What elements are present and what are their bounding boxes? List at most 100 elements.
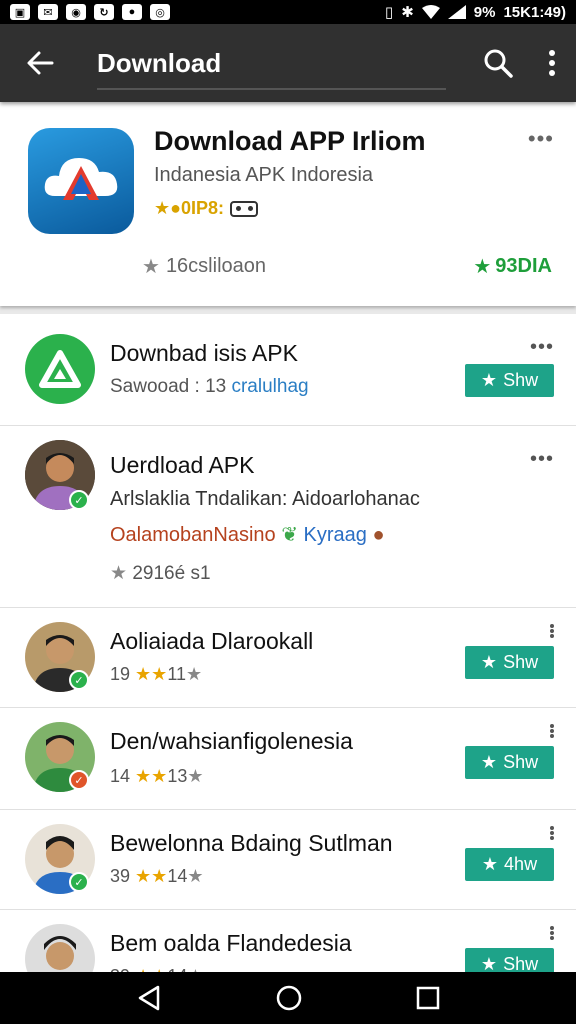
leaf-icon: ❦ xyxy=(281,524,298,546)
star-icon: ★ xyxy=(480,954,498,972)
app-icon: ◉ xyxy=(66,4,86,20)
nav-home-icon[interactable] xyxy=(275,984,303,1012)
featured-overflow-button[interactable]: ••• xyxy=(528,126,554,152)
star-icon: ★ xyxy=(481,854,499,874)
camera-icon: ◎ xyxy=(150,4,170,20)
show-button-label: 4hw xyxy=(504,854,538,874)
bluetooth-icon: ✱ xyxy=(401,4,414,21)
gallery-icon: ▣ xyxy=(10,4,30,20)
item-overflow-button[interactable] xyxy=(550,624,554,638)
gamepad-icon xyxy=(230,200,259,217)
item-title: Uerdload APK xyxy=(110,452,255,478)
search-field[interactable]: Download xyxy=(80,24,468,102)
item-title: Bewelonna Bdaing Sutlman xyxy=(110,830,393,856)
item-overflow-button[interactable] xyxy=(550,724,554,738)
item-rating: 39 ★★14★ xyxy=(110,866,204,887)
back-arrow-icon xyxy=(27,51,54,75)
vibrate-icon: ▯ xyxy=(384,4,394,21)
search-button[interactable] xyxy=(468,24,528,102)
item-tags: OalamobanNasino ❦ Kyraag ● xyxy=(110,522,385,547)
star-icon: ★ xyxy=(186,664,203,684)
star-icon: ★ xyxy=(480,752,498,772)
item-rating: 19 ★★11★ xyxy=(110,664,202,685)
list-item[interactable]: ✓ Bewelonna Bdaing Sutlman 39 ★★14★ ★ 4h… xyxy=(0,810,576,910)
item-count: 19 xyxy=(110,664,131,684)
star-icon: ★★ xyxy=(135,664,168,684)
item-title: Downbad isis APK xyxy=(110,340,298,366)
item-rating-value: 14 xyxy=(167,866,188,886)
battery-level: 9% xyxy=(473,3,496,21)
item-title: Aoliaiada Dlarookall xyxy=(110,628,314,654)
list-item[interactable]: ✓ Den/wahsianfigolenesia 14 ★★13★ ★ Shw xyxy=(0,708,576,810)
show-button[interactable]: ★ Shw xyxy=(465,646,554,679)
sync-icon: ↻ xyxy=(94,4,114,20)
item-tag: OalamobanNasino xyxy=(110,524,276,546)
show-button[interactable]: ★ Shw xyxy=(465,746,554,779)
verified-icon: ✓ xyxy=(69,490,89,510)
page-title: Download xyxy=(97,47,222,78)
star-icon: ★ xyxy=(480,652,498,672)
item-title: Bem oalda Flandedesia xyxy=(110,930,352,956)
back-button[interactable] xyxy=(0,24,80,102)
overflow-menu-button[interactable] xyxy=(528,24,576,102)
item-overflow-button[interactable] xyxy=(550,926,554,940)
star-icon: ★★ xyxy=(135,866,168,886)
wifi-icon xyxy=(421,5,440,19)
status-bar: ▣ ✉ ◉ ↻ ● ◎ ▯ ✱ 9% 15K1:49) xyxy=(0,0,576,24)
item-overflow-button[interactable]: ••• xyxy=(530,448,554,471)
star-icon: ★ xyxy=(142,256,160,278)
item-description: Arlslaklia Tndalikan: Aidoarlohanac xyxy=(110,488,420,510)
list-item[interactable]: ✓ Aoliaiada Dlarookall 19 ★★11★ ★ Shw xyxy=(0,608,576,708)
list-item[interactable]: Downbad isis APK Sawooad : 13 cralulhag … xyxy=(0,314,576,426)
featured-app-card[interactable]: Download APP Irliom Indanesia APK Indore… xyxy=(0,102,576,306)
item-rating: 14 ★★13★ xyxy=(110,766,204,787)
app-bar: Download xyxy=(0,24,576,102)
item-rating-value: 2916é s1 xyxy=(132,563,211,584)
item-sub-link[interactable]: cralulhag xyxy=(231,376,308,397)
show-button[interactable]: ★ Shw xyxy=(465,948,554,972)
item-title: Den/wahsianfigolenesia xyxy=(110,728,353,754)
nav-back-icon[interactable] xyxy=(136,984,162,1012)
avatar xyxy=(25,924,95,972)
app-icon xyxy=(25,334,95,404)
system-nav-bar xyxy=(0,972,576,1024)
star-icon: ★★ xyxy=(135,766,168,786)
featured-meta-text: ★●0IP8: xyxy=(154,198,225,218)
item-count: 39 xyxy=(110,866,131,886)
featured-score-value: 93DIA xyxy=(495,255,552,277)
star-icon: ★ xyxy=(187,866,204,886)
list-item[interactable]: ✓ Uerdload APK Arlslaklia Tndalikan: Aid… xyxy=(0,426,576,608)
system-status: ▯ ✱ 9% 15K1:49) xyxy=(384,3,566,22)
clock: 15K1:49) xyxy=(503,3,566,21)
item-tag: Kyraag xyxy=(303,524,367,546)
notification-icons: ▣ ✉ ◉ ↻ ● ◎ xyxy=(10,4,170,20)
search-icon xyxy=(484,49,513,78)
show-button-label: Shw xyxy=(503,370,539,390)
featured-score: ★ 93DIA xyxy=(473,254,552,279)
item-rating-value: 11 xyxy=(167,664,187,684)
title-underline xyxy=(97,88,446,90)
star-icon: ★ xyxy=(480,370,498,390)
featured-rating: ★ 16csliloaon xyxy=(142,254,266,279)
star-icon: ★ xyxy=(110,563,128,584)
show-button[interactable]: ★ Shw xyxy=(465,364,554,397)
item-overflow-button[interactable] xyxy=(550,826,554,840)
show-button[interactable]: ★ 4hw xyxy=(465,848,554,881)
item-overflow-button[interactable]: ••• xyxy=(530,336,554,359)
more-vert-icon xyxy=(549,50,555,76)
signal-icon xyxy=(447,5,466,19)
show-button-label: Shw xyxy=(503,752,539,772)
item-subtitle: Sawooad : 13 cralulhag xyxy=(110,376,309,398)
show-button-label: Shw xyxy=(503,954,539,972)
verified-icon: ✓ xyxy=(69,770,89,790)
verified-icon: ✓ xyxy=(69,670,89,690)
chat-icon: ● xyxy=(122,4,142,20)
star-icon: ★ xyxy=(187,766,204,786)
list-item[interactable]: Bem oalda Flandedesia 39 ★★14★ ★ Shw xyxy=(0,910,576,972)
item-rating: ★ 2916é s1 xyxy=(110,562,211,585)
show-button-label: Shw xyxy=(503,652,539,672)
nav-recents-icon[interactable] xyxy=(416,986,440,1010)
item-count: 14 xyxy=(110,766,131,786)
featured-app-title[interactable]: Download APP Irliom xyxy=(154,126,426,157)
featured-app-meta: ★●0IP8: xyxy=(154,198,259,219)
